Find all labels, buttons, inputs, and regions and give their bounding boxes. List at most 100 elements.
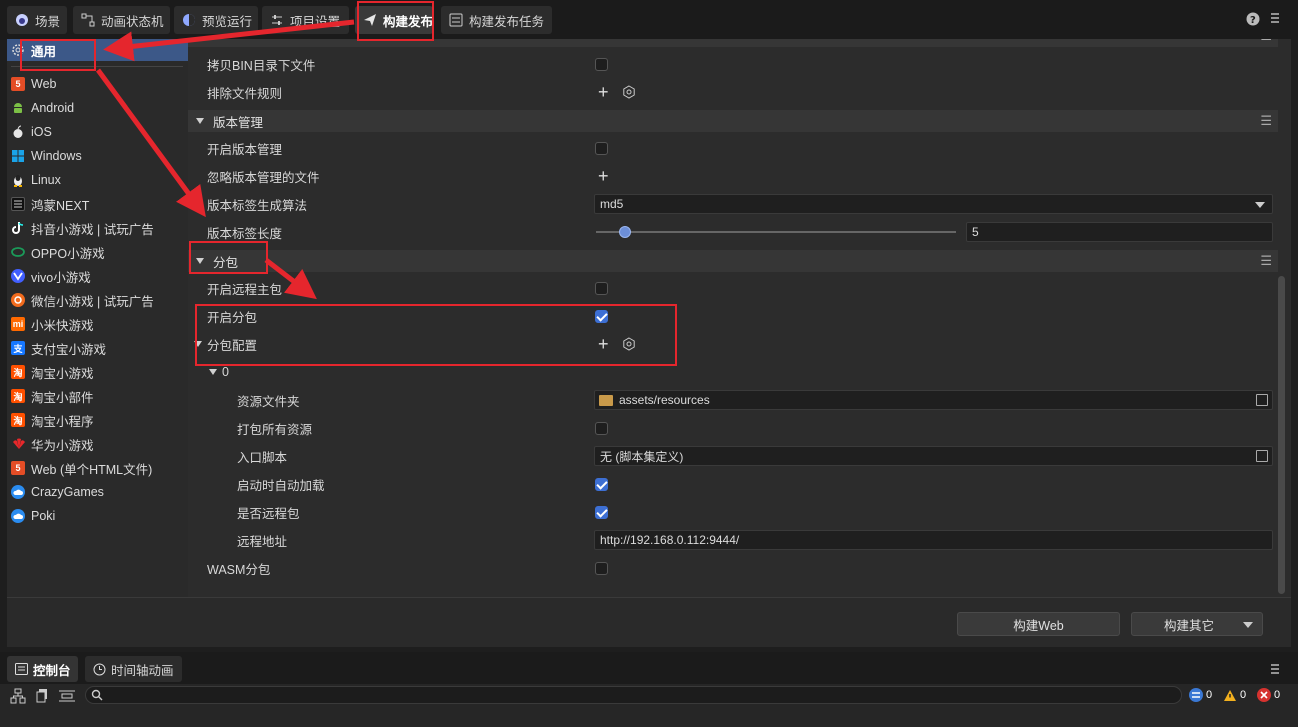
remote-url-input[interactable]: http://192.168.0.112:9444/ bbox=[594, 530, 1273, 550]
state-machine-icon bbox=[81, 13, 95, 27]
add-icon[interactable]: + bbox=[598, 83, 609, 101]
hash-length-slider-track[interactable] bbox=[596, 231, 956, 233]
sidebar-item-vivo[interactable]: vivo小游戏 bbox=[7, 265, 188, 287]
sidebar-item-linux[interactable]: Linux bbox=[7, 169, 188, 191]
is-remote-checkbox[interactable] bbox=[595, 505, 608, 519]
build-web-button[interactable]: 构建Web bbox=[957, 612, 1120, 636]
resource-folder-field[interactable]: assets/resources bbox=[594, 390, 1273, 410]
help-icon[interactable]: ? bbox=[1246, 12, 1260, 29]
row-ignore-version-files: 忽略版本管理的文件 + bbox=[188, 162, 1278, 190]
add-icon[interactable]: + bbox=[598, 167, 609, 185]
sidebar-item-xiaomi[interactable]: mi 小米快游戏 bbox=[7, 313, 188, 335]
info-count-badge[interactable]: 0 bbox=[1189, 686, 1212, 704]
linux-penguin-icon bbox=[11, 173, 25, 187]
sidebar-item-douyin[interactable]: 抖音小游戏 | 试玩广告 bbox=[7, 217, 188, 239]
row-hash-length: 版本标签长度 5 bbox=[188, 218, 1278, 246]
sidebar-item-taobao-miniapp[interactable]: 淘 淘宝小程序 bbox=[7, 409, 188, 431]
sidebar-item-web-single-html[interactable]: 5 Web (单个HTML文件) bbox=[7, 457, 188, 479]
console-search-input[interactable] bbox=[85, 686, 1182, 704]
hash-length-input[interactable]: 5 bbox=[966, 222, 1273, 242]
sidebar-item-ios[interactable]: iOS bbox=[7, 121, 188, 143]
sidebar-item-taobao-widget[interactable]: 淘 淘宝小部件 bbox=[7, 385, 188, 407]
panel-menu-icon[interactable] bbox=[1270, 662, 1280, 679]
row-label: 开启远程主包 bbox=[207, 282, 283, 297]
sidebar-item-huawei[interactable]: 华为小游戏 bbox=[7, 433, 188, 455]
console-toolbar: 0 0 0 bbox=[0, 684, 1298, 727]
sidebar-item-label: Web bbox=[31, 77, 57, 91]
button-label: 构建Web bbox=[1013, 618, 1064, 633]
warning-count-badge[interactable]: 0 bbox=[1223, 686, 1246, 704]
picker-icon[interactable] bbox=[1256, 394, 1268, 406]
sidebar-item-android[interactable]: Android bbox=[7, 97, 188, 119]
task-list-icon bbox=[449, 13, 463, 27]
sidebar-item-taobao-game[interactable]: 淘 淘宝小游戏 bbox=[7, 361, 188, 383]
row-auto-load: 启动时自动加载 bbox=[188, 470, 1278, 498]
sidebar-item-wechat[interactable]: 微信小游戏 | 试玩广告 bbox=[7, 289, 188, 311]
sidebar-item-web[interactable]: 5 Web bbox=[7, 73, 188, 95]
hexagon-gear-icon[interactable] bbox=[622, 85, 636, 99]
section-menu-icon[interactable]: ☰ bbox=[1260, 113, 1272, 129]
section-menu-icon[interactable]: ☰ bbox=[1260, 39, 1272, 44]
wasm-subpackage-checkbox[interactable] bbox=[595, 561, 608, 575]
hash-algorithm-select[interactable]: md5 bbox=[594, 194, 1273, 214]
entry-script-field[interactable]: 无 (脚本集定义) bbox=[594, 446, 1273, 466]
row-remote-url: 远程地址 http://192.168.0.112:9444/ bbox=[188, 526, 1278, 554]
section-menu-icon[interactable]: ☰ bbox=[1260, 253, 1272, 269]
copy-icon[interactable] bbox=[35, 688, 51, 706]
clock-icon bbox=[93, 663, 106, 676]
section-header-resources[interactable]: ☰ bbox=[188, 39, 1278, 47]
search-icon bbox=[91, 689, 103, 704]
row-exclude-rules: 排除文件规则 + bbox=[188, 78, 1278, 106]
settings-sliders-icon bbox=[270, 13, 284, 27]
vivo-icon bbox=[11, 269, 25, 283]
tab-scene[interactable]: 场景 bbox=[7, 6, 67, 34]
apple-icon bbox=[11, 125, 25, 139]
sidebar-item-harmony-next[interactable]: 鸿蒙NEXT bbox=[7, 193, 188, 215]
row-label: WASM分包 bbox=[207, 562, 271, 577]
section-header-subpackage[interactable]: 分包 ☰ bbox=[188, 250, 1278, 272]
sidebar-item-label: 华为小游戏 bbox=[31, 438, 94, 453]
row-label: 打包所有资源 bbox=[237, 422, 313, 437]
xiaomi-icon: mi bbox=[11, 317, 25, 331]
sidebar-item-windows[interactable]: Windows bbox=[7, 145, 188, 167]
sidebar-item-label: vivo小游戏 bbox=[31, 270, 91, 285]
top-tab-bar: 场景 动画状态机 预览运行 项目设置 构建发布 构建发布任务 ? bbox=[0, 0, 1298, 40]
tab-label: 构建发布任务 bbox=[469, 14, 545, 29]
warning-icon bbox=[1223, 688, 1237, 702]
tab-build-tasks[interactable]: 构建发布任务 bbox=[441, 6, 552, 34]
row-remote-main: 开启远程主包 bbox=[188, 274, 1278, 302]
sidebar-item-oppo[interactable]: OPPO小游戏 bbox=[7, 241, 188, 263]
hash-length-slider-knob[interactable] bbox=[618, 226, 631, 238]
error-count-badge[interactable]: 0 bbox=[1257, 686, 1280, 704]
sidebar-item-crazygames[interactable]: CrazyGames bbox=[7, 481, 188, 503]
sidebar-item-label: Windows bbox=[31, 149, 82, 163]
vertical-scrollbar[interactable] bbox=[1278, 276, 1285, 594]
picker-icon[interactable] bbox=[1256, 450, 1268, 462]
chevron-down-icon[interactable] bbox=[1243, 622, 1253, 628]
enable-version-checkbox[interactable] bbox=[595, 141, 608, 155]
annotation-box-build-tab bbox=[357, 1, 434, 41]
tab-console[interactable]: 控制台 bbox=[7, 656, 78, 682]
tab-timeline[interactable]: 时间轴动画 bbox=[85, 656, 182, 682]
copy-bin-checkbox[interactable] bbox=[595, 57, 608, 71]
row-enable-version: 开启版本管理 bbox=[188, 134, 1278, 162]
tab-project-settings[interactable]: 项目设置 bbox=[262, 6, 349, 34]
field-value: 无 (脚本集定义) bbox=[600, 449, 684, 464]
sidebar-item-alipay[interactable]: 支 支付宝小游戏 bbox=[7, 337, 188, 359]
tab-preview[interactable]: 预览运行 bbox=[174, 6, 258, 34]
sidebar-item-label: 淘宝小部件 bbox=[31, 390, 94, 405]
collapse-triangle-icon[interactable] bbox=[209, 369, 217, 375]
panel-menu-icon[interactable] bbox=[1270, 11, 1280, 28]
build-other-button[interactable]: 构建其它 bbox=[1131, 612, 1263, 636]
field-value: assets/resources bbox=[619, 393, 710, 407]
collapse-triangle-icon[interactable] bbox=[196, 118, 204, 124]
sidebar-item-poki[interactable]: Poki bbox=[7, 505, 188, 527]
hierarchy-icon[interactable] bbox=[10, 688, 26, 706]
section-header-version[interactable]: 版本管理 ☰ bbox=[188, 110, 1278, 132]
auto-load-checkbox[interactable] bbox=[595, 477, 608, 491]
remote-main-checkbox[interactable] bbox=[595, 281, 608, 295]
row-label: 排除文件规则 bbox=[207, 86, 283, 101]
pack-all-checkbox[interactable] bbox=[595, 421, 608, 435]
collapse-lines-icon[interactable] bbox=[58, 688, 75, 706]
tab-state-machine[interactable]: 动画状态机 bbox=[73, 6, 170, 34]
